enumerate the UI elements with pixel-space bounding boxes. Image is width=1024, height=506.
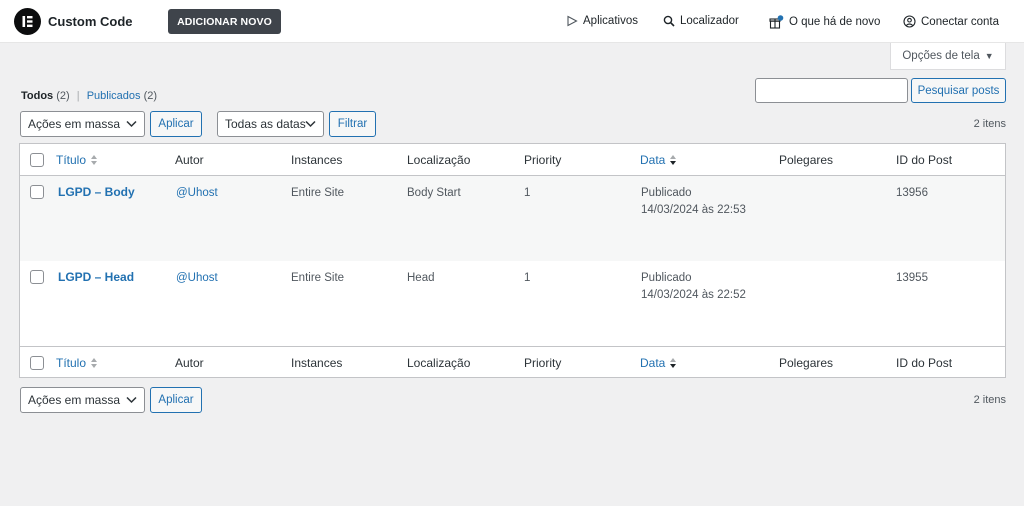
nav-finder[interactable]: Localizador <box>663 15 739 27</box>
filter-separator: | <box>76 90 80 102</box>
row-date-value: 14/03/2024 às 22:53 <box>641 204 746 216</box>
add-new-button[interactable]: ADICIONAR NOVO <box>168 9 281 34</box>
filter-published-count: (2) <box>143 90 158 102</box>
status-filters: Todos (2) | Publicados (2) <box>21 90 157 102</box>
table-footer: Título Autor Instances Localização Prior… <box>20 346 1005 378</box>
column-priority: Priority <box>524 153 562 167</box>
filter-all-count: (2) <box>56 90 70 102</box>
column-author: Autor <box>175 153 204 167</box>
screen-options-button[interactable]: Opções de tela ▼ <box>890 43 1006 70</box>
apply-button-bottom[interactable]: Aplicar <box>150 387 202 413</box>
column-author-footer: Autor <box>175 356 204 370</box>
filter-button[interactable]: Filtrar <box>329 111 376 137</box>
chevron-down-icon <box>126 120 137 128</box>
play-outline-icon <box>567 15 578 27</box>
screen-options-label: Opções de tela <box>902 50 980 62</box>
sort-icon <box>91 155 98 165</box>
column-location: Localização <box>407 153 471 167</box>
bulk-actions-select-top[interactable]: Ações em massa <box>20 111 145 137</box>
gift-icon <box>769 15 784 29</box>
sort-desc-icon <box>670 155 677 165</box>
column-title-footer[interactable]: Título <box>56 356 98 370</box>
dates-selected: Todas as datas <box>225 117 306 131</box>
column-instances-footer: Instances <box>291 356 343 370</box>
elementor-logo-icon[interactable] <box>14 8 41 35</box>
filter-all[interactable]: Todos <box>21 90 53 102</box>
row-date-status: Publicado <box>641 187 692 199</box>
nav-apps[interactable]: Aplicativos <box>566 15 638 27</box>
select-all-checkbox-footer[interactable] <box>30 356 44 370</box>
column-location-footer: Localização <box>407 356 471 370</box>
row-date-status: Publicado <box>641 272 692 284</box>
row-date: Publicado 14/03/2024 às 22:53 <box>641 185 746 219</box>
apply-button-top[interactable]: Aplicar <box>150 111 202 137</box>
column-title-label: Título <box>56 356 87 370</box>
nav-connect-account[interactable]: Conectar conta <box>903 15 999 28</box>
row-priority: 1 <box>524 272 531 284</box>
row-location: Body Start <box>407 187 461 199</box>
column-date-label: Data <box>640 356 666 370</box>
column-title[interactable]: Título <box>56 153 98 167</box>
row-title-link[interactable]: LGPD – Head <box>58 269 134 286</box>
row-instances: Entire Site <box>291 187 345 199</box>
search-icon <box>663 15 675 27</box>
column-instances: Instances <box>291 153 343 167</box>
column-priority-footer: Priority <box>524 356 562 370</box>
dates-select[interactable]: Todas as datas <box>217 111 324 137</box>
nav-whats-new[interactable]: O que há de novo <box>769 15 880 29</box>
items-count-top: 2 itens <box>973 118 1006 130</box>
filter-published[interactable]: Publicados <box>87 90 141 102</box>
column-date-footer[interactable]: Data <box>640 356 677 370</box>
row-author-link[interactable]: @Uhost <box>176 185 218 202</box>
column-title-label: Título <box>56 153 87 167</box>
nav-whats-new-label: O que há de novo <box>789 16 881 28</box>
search-input[interactable] <box>755 78 908 103</box>
chevron-down-icon <box>305 120 316 128</box>
search-posts-button[interactable]: Pesquisar posts <box>911 78 1006 103</box>
row-date: Publicado 14/03/2024 às 22:52 <box>641 270 746 304</box>
row-checkbox[interactable] <box>30 185 44 199</box>
app-title: Custom Code <box>48 14 133 29</box>
chevron-down-icon <box>126 396 137 404</box>
row-title-link[interactable]: LGPD – Body <box>58 184 135 201</box>
top-bar: Custom Code ADICIONAR NOVO Aplicativos L… <box>0 0 1024 43</box>
bulk-actions-selected: Ações em massa <box>28 393 121 407</box>
row-checkbox[interactable] <box>30 270 44 284</box>
column-thumbs: Polegares <box>779 153 834 167</box>
row-date-value: 14/03/2024 às 22:52 <box>641 289 746 301</box>
row-author-link[interactable]: @Uhost <box>176 270 218 287</box>
posts-table: Título Autor Instances Localização Prior… <box>19 143 1006 378</box>
nav-apps-label: Aplicativos <box>583 15 638 27</box>
user-circle-icon <box>903 15 916 28</box>
bulk-actions-selected: Ações em massa <box>28 117 121 131</box>
nav-connect-label: Conectar conta <box>921 15 999 28</box>
row-priority: 1 <box>524 187 531 199</box>
column-thumbs-footer: Polegares <box>779 356 834 370</box>
row-post-id: 13955 <box>896 272 928 284</box>
table-row: LGPD – Head @Uhost Entire Site Head 1 Pu… <box>20 261 1005 346</box>
triangle-down-icon: ▼ <box>984 51 994 61</box>
nav-finder-label: Localizador <box>680 15 739 27</box>
table-header: Título Autor Instances Localização Prior… <box>20 144 1005 176</box>
select-all-checkbox[interactable] <box>30 153 44 167</box>
sort-icon <box>91 358 98 368</box>
items-count-bottom: 2 itens <box>973 394 1006 406</box>
column-post-id-footer: ID do Post <box>896 356 953 370</box>
bulk-actions-select-bottom[interactable]: Ações em massa <box>20 387 145 413</box>
row-location: Head <box>407 272 435 284</box>
column-date[interactable]: Data <box>640 153 677 167</box>
column-date-label: Data <box>640 153 666 167</box>
sort-desc-icon <box>670 358 677 368</box>
column-post-id: ID do Post <box>896 153 953 167</box>
row-instances: Entire Site <box>291 272 345 284</box>
table-row: LGPD – Body @Uhost Entire Site Body Star… <box>20 176 1005 261</box>
row-post-id: 13956 <box>896 187 928 199</box>
